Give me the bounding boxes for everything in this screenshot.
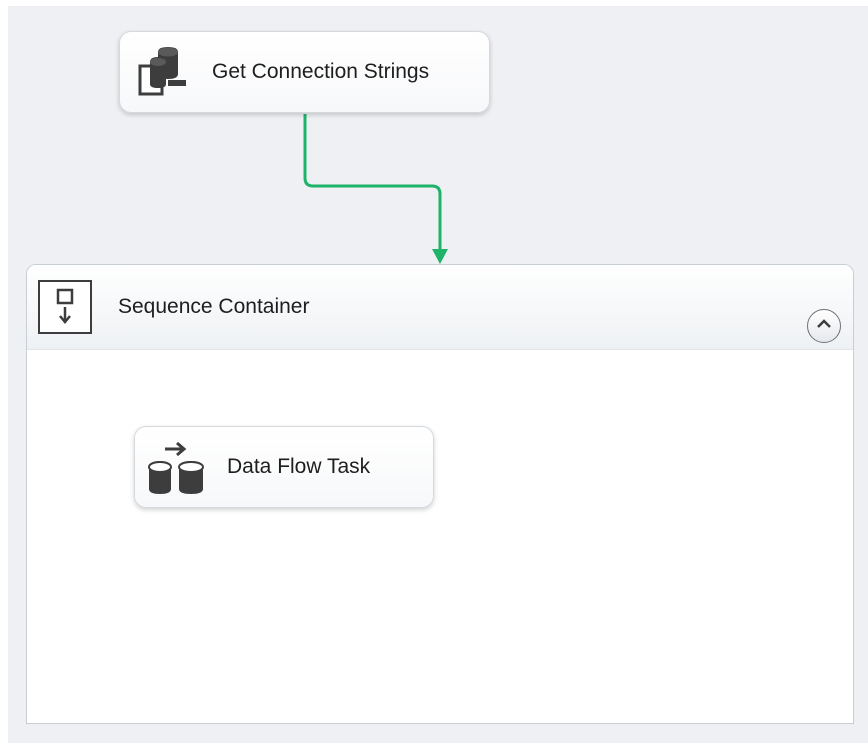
execute-sql-task-icon <box>134 44 190 100</box>
task-get-connection-strings[interactable]: Get Connection Strings <box>119 31 490 113</box>
sequence-container-title: Sequence Container <box>118 295 310 318</box>
task-data-flow[interactable]: Data Flow Task <box>134 426 434 508</box>
sequence-container-header[interactable]: Sequence Container <box>27 265 853 350</box>
task-label: Data Flow Task <box>227 455 371 478</box>
task-label: Get Connection Strings <box>212 60 430 83</box>
sequence-container-icon <box>37 279 93 335</box>
collapse-button[interactable] <box>807 309 841 343</box>
chevron-up-icon <box>816 317 832 335</box>
bottom-margin <box>0 743 868 747</box>
data-flow-task-icon <box>147 439 207 495</box>
control-flow-canvas[interactable]: Get Connection Strings Sequence Containe… <box>8 6 868 743</box>
